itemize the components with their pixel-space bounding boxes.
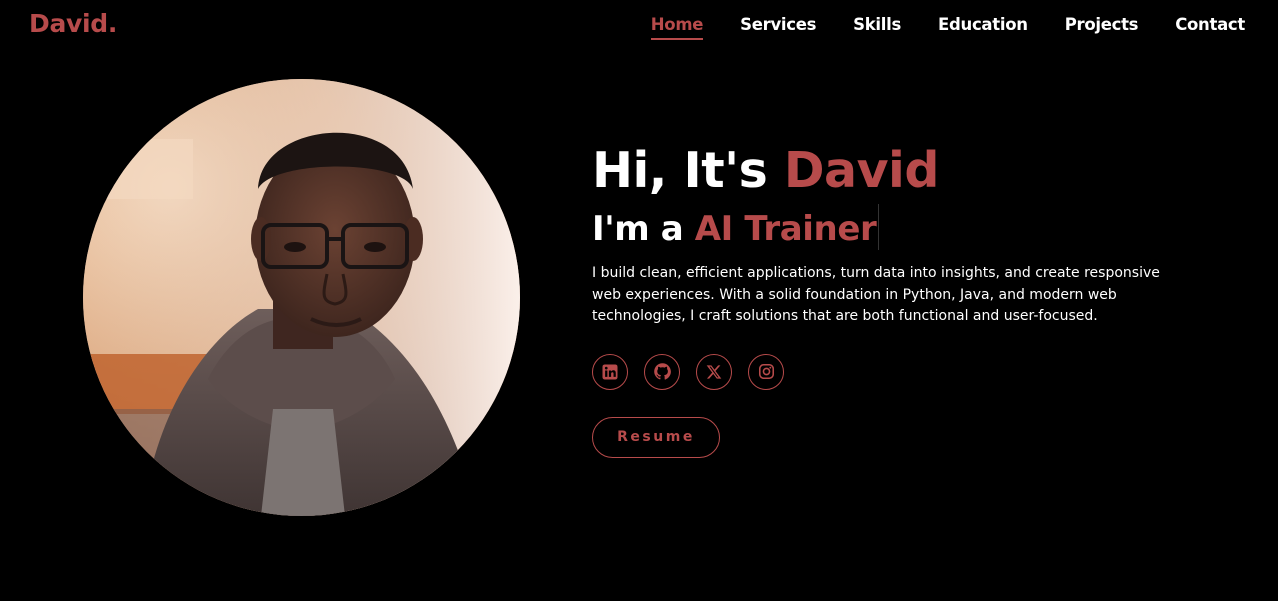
github-link[interactable] (644, 353, 680, 390)
social-links (592, 353, 1212, 390)
nav-link-skills[interactable]: Skills (853, 15, 901, 38)
github-icon (653, 363, 671, 380)
role-title: AI Trainer (694, 209, 877, 249)
site-logo[interactable]: David. (29, 9, 117, 38)
linkedin-link[interactable] (592, 353, 628, 390)
nav-link-home[interactable]: Home (650, 15, 704, 40)
nav-link-education[interactable]: Education (938, 15, 1028, 38)
resume-button[interactable]: Resume (592, 416, 720, 458)
greeting-prefix: Hi, It's (592, 142, 768, 199)
instagram-link[interactable] (748, 353, 784, 390)
navbar: David. Home Services Skills Education Pr… (0, 0, 1278, 54)
profile-photo (83, 79, 520, 516)
hero-intro: I build clean, efficient applications, t… (592, 265, 1160, 324)
typing-caret (878, 204, 880, 250)
instagram-icon (758, 363, 774, 380)
linkedin-icon (602, 364, 618, 379)
nav-link-projects[interactable]: Projects (1065, 15, 1139, 38)
x-twitter-icon (706, 364, 722, 379)
hero-role: I'm a AI Trainer (592, 204, 1212, 251)
hero-greeting: Hi, It's David (592, 140, 1212, 202)
nav-link-services[interactable]: Services (740, 15, 816, 38)
nav-menu: Home Services Skills Education Projects … (614, 15, 1245, 40)
x-twitter-link[interactable] (696, 353, 732, 390)
greeting-name: David (783, 142, 940, 199)
nav-link-contact[interactable]: Contact (1175, 15, 1245, 38)
profile-photo-illustration (83, 79, 520, 516)
role-prefix: I'm a (592, 209, 684, 249)
hero-section: Hi, It's David I'm a AI Trainer I build … (592, 140, 1212, 458)
